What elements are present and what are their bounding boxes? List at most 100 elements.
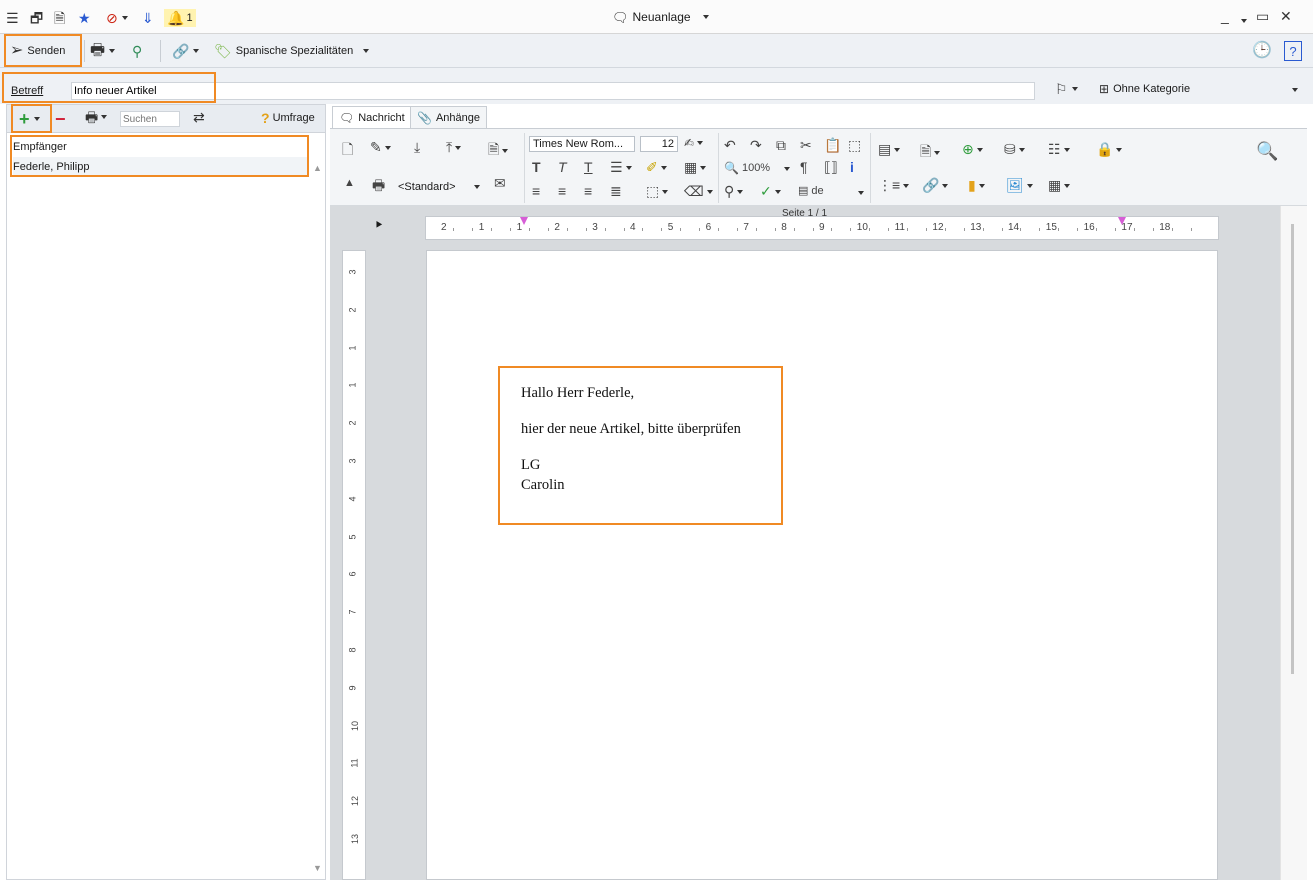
paragraph-style-select[interactable]: <Standard> [398,181,456,193]
history-icon[interactable]: 🗎 [54,9,65,27]
tab-stop-icon[interactable]: ⯈ [374,218,384,233]
language-select[interactable]: ▤ de [798,184,824,198]
eraser-icon[interactable]: ⌫ [684,183,713,200]
document-page[interactable]: Hallo Herr Federle, hier der neue Artike… [426,250,1218,880]
ruler-tick-label: 14 [1008,222,1020,233]
window-menu-chevron-icon[interactable] [1241,12,1247,28]
spellcheck-icon[interactable]: ✓ [760,183,781,200]
info-icon[interactable]: i [850,159,854,175]
align-right-icon[interactable]: ≡ [584,183,592,199]
image-icon[interactable]: 🖼 [1006,177,1033,194]
scroll-up-icon[interactable]: ▲ [313,163,322,173]
export-icon[interactable]: ⤒ [446,139,462,156]
category-chevron-icon[interactable] [1292,88,1298,92]
bookmark-icon[interactable]: ▮ [968,177,985,194]
print-icon[interactable]: 🖶 [372,175,385,199]
notification-button[interactable]: 🔔 1 [164,9,196,27]
flag-button[interactable]: ⚐ [1055,82,1078,96]
list-icon[interactable]: ☷ [1048,141,1070,158]
maximize-icon[interactable]: ▭ [1256,8,1269,25]
cut-icon[interactable]: ✂ [800,137,812,154]
margin-marker-icon[interactable] [1118,217,1126,225]
font-name-select[interactable]: Times New Rom... [529,136,635,152]
vertical-ruler[interactable]: 3 2 1 1 2 3 4 5 6 7 8 9 10 11 12 13 [342,250,366,880]
menu-icon[interactable]: ☰ [6,9,19,27]
undo-icon[interactable]: ↶ [724,137,736,154]
edit-document-icon[interactable]: ✎ [370,139,391,156]
ruler-tick-label: 10 [856,222,868,233]
style-chevron-icon[interactable] [474,185,480,189]
margin-marker-icon[interactable] [520,217,528,225]
category-select[interactable]: ⊞ Ohne Kategorie [1099,83,1190,95]
ruler-tick [982,228,984,231]
header-footer-icon[interactable]: ▤ [878,141,901,158]
database-icon[interactable]: ⛁ [1004,141,1025,158]
zoom-chevron-icon[interactable] [784,167,790,171]
document-canvas[interactable]: Seite 1 / 1 ⯈ 2 1 1 2 3 4 5 6 7 8 9 10 11 12 13 14 15 16 1… [330,206,1280,880]
table-icon[interactable]: ▦ [1048,177,1071,194]
print-recipients-button[interactable]: 🖶 [85,110,108,124]
format-paint-icon[interactable]: ✍ [684,136,704,150]
import-icon[interactable]: ⤓ [414,139,420,156]
new-document-icon[interactable]: 🗋 [342,139,353,163]
ruler-tick [1133,228,1135,231]
scroll-down-icon[interactable]: ▼ [313,863,322,873]
page-setup-icon[interactable]: 🗎 [920,141,941,165]
numbering-icon[interactable]: ⋮≡ [878,177,910,194]
color-grid-icon[interactable]: ▦ [684,159,707,176]
close-icon[interactable]: ✕ [1280,8,1292,25]
windows-icon[interactable]: 🗗 [30,9,43,27]
hyperlink-icon[interactable]: 🔗 [922,177,949,194]
language-chevron-icon[interactable] [858,191,864,195]
category-dropdown[interactable]: 🏷 Spanische Spezialitäten [214,39,370,63]
zoom-in-icon[interactable]: 🔍 [1256,141,1278,162]
window-title[interactable]: 🗨 Neuanlage [612,10,709,24]
ruler-tick-label: 12 [932,222,944,233]
tab-attachments[interactable]: 📎 Anhänge [410,106,487,128]
link-button[interactable]: 🔗 [172,39,200,63]
template-icon[interactable]: 🗎 [488,139,509,163]
copy-icon[interactable]: ⧉ [776,137,786,154]
justify-icon[interactable]: ≣ [610,183,622,200]
font-size-select[interactable]: 12 [640,136,678,152]
italic-icon[interactable]: T [558,159,567,175]
ruler-tick [812,228,814,231]
survey-button[interactable]: ? Umfrage [261,111,315,125]
bold-icon[interactable]: T [532,159,541,175]
compass-icon[interactable]: ⊘ [106,9,128,27]
field-icon[interactable]: ⟦⟧ [824,159,838,176]
select-all-icon[interactable]: ⬚ [848,137,861,154]
lock-icon[interactable]: 🔒 [1096,141,1123,158]
horizontal-ruler[interactable]: 2 1 1 2 3 4 5 6 7 8 9 10 11 12 13 14 15 16 17 18 [425,216,1219,240]
favorite-icon[interactable]: ★ [78,9,91,27]
border-icon[interactable]: ⬚ [646,183,669,200]
ruler-tick [585,228,587,231]
vertical-scrollbar[interactable] [1280,206,1307,880]
people-button[interactable]: ⚲ [132,39,142,63]
zoom-select[interactable]: 🔍 100% [724,161,770,175]
tab-message[interactable]: 🗨 Nachricht [332,106,412,128]
align-center-icon[interactable]: ≡ [558,183,566,199]
remove-recipient-button[interactable]: − [55,110,66,128]
highlight-icon[interactable]: ✐ [646,159,667,176]
minimize-icon[interactable]: _ [1221,8,1229,24]
search-input[interactable] [120,111,180,127]
collapse-icon[interactable]: ▲ [344,177,355,189]
envelope-icon[interactable]: ✉ [494,175,506,192]
underline-icon[interactable]: T [584,159,593,175]
align-left-icon[interactable]: ≡ [532,183,540,199]
schedule-button[interactable]: 🕒 [1252,39,1272,63]
redo-icon[interactable]: ↷ [750,137,762,154]
help-button[interactable]: ? [1284,39,1302,63]
download-icon[interactable]: ⇓ [142,9,154,27]
minus-icon: − [55,109,66,129]
insert-field-icon[interactable]: ⊕ [962,141,983,158]
find-icon[interactable]: ⚲ [724,183,744,200]
paste-icon[interactable]: 📋 [824,137,841,154]
line-spacing-icon[interactable]: ☰ [610,159,632,176]
swap-button[interactable]: ⇄ [193,110,205,125]
print-button[interactable]: 🖶 [90,39,116,63]
printer-icon: 🖶 [90,42,106,59]
ruler-tick-label: 9 [819,222,825,233]
pilcrow-icon[interactable]: ¶ [800,159,808,175]
